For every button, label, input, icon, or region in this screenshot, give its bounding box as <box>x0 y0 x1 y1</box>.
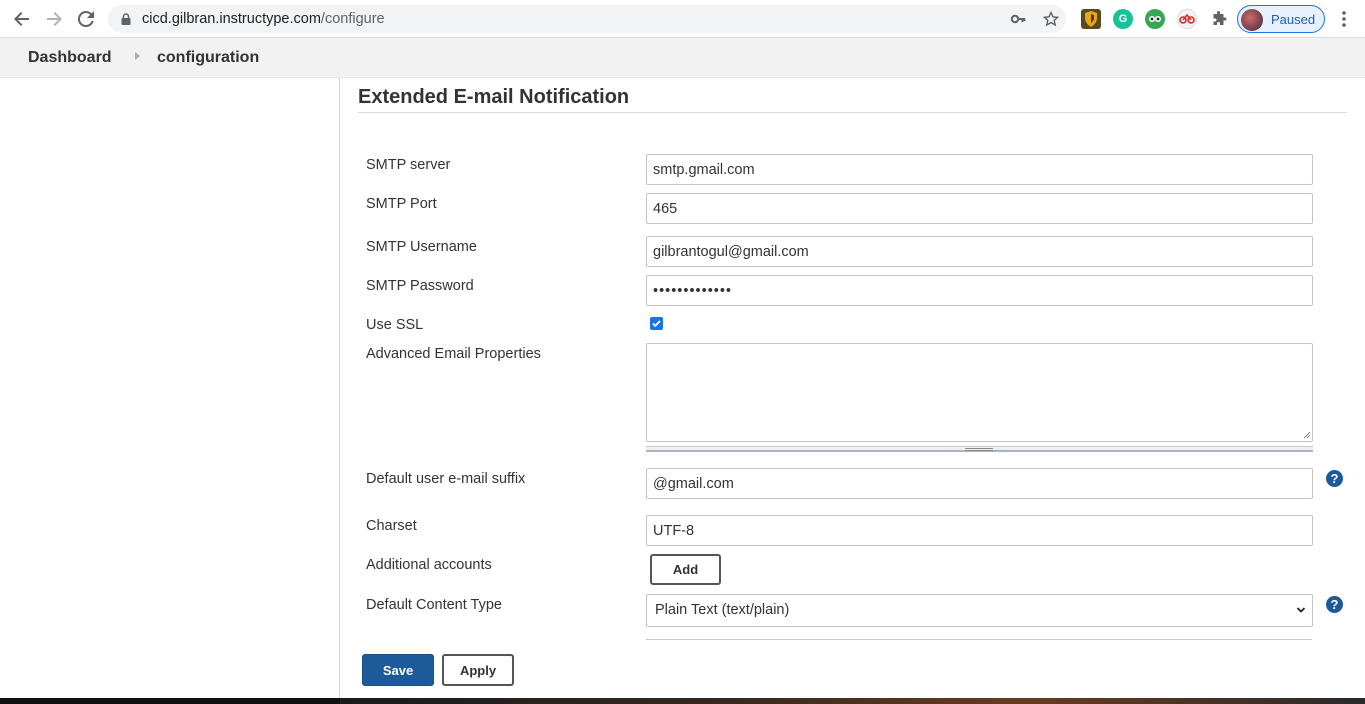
url-text: cicd.gilbran.instructype.com/configure <box>142 11 385 27</box>
star-icon[interactable] <box>1043 11 1059 27</box>
default-content-type-select[interactable]: Plain Text (text/plain) <box>646 594 1313 627</box>
breadcrumb: Dashboard configuration <box>0 38 1365 78</box>
smtp-port-label: SMTP Port <box>366 196 437 212</box>
help-icon[interactable]: ? <box>1326 596 1343 613</box>
advanced-email-properties-label: Advanced Email Properties <box>366 346 541 362</box>
checkmark-icon <box>652 320 661 328</box>
section-title: Extended E-mail Notification <box>358 86 630 108</box>
charset-input[interactable] <box>646 515 1313 546</box>
reload-icon[interactable] <box>76 9 96 29</box>
use-ssl-label: Use SSL <box>366 317 424 333</box>
chevron-down-icon <box>1296 607 1306 613</box>
form-divider <box>646 639 1312 640</box>
resize-grip-icon[interactable] <box>1302 430 1311 439</box>
additional-accounts-label: Additional accounts <box>366 557 492 573</box>
lock-icon <box>121 13 131 25</box>
save-button[interactable]: Save <box>362 654 434 686</box>
smtp-port-input[interactable] <box>646 193 1313 224</box>
desktop-background-strip <box>0 698 1365 704</box>
breadcrumb-configuration[interactable]: configuration <box>157 49 259 67</box>
default-content-type-label: Default Content Type <box>366 597 502 613</box>
key-icon[interactable] <box>1010 11 1026 27</box>
smtp-server-label: SMTP server <box>366 157 451 173</box>
smtp-password-label: SMTP Password <box>366 278 474 294</box>
add-account-button[interactable]: Add <box>650 554 721 585</box>
shield-extension-icon[interactable] <box>1081 9 1101 29</box>
smtp-server-input[interactable] <box>646 154 1313 185</box>
profile-status-label: Paused <box>1271 12 1316 27</box>
address-bar[interactable]: cicd.gilbran.instructype.com/configure <box>108 5 1066 33</box>
grammarly-icon[interactable]: G <box>1113 9 1133 29</box>
help-icon[interactable]: ? <box>1326 470 1343 487</box>
default-suffix-label: Default user e-mail suffix <box>366 471 526 487</box>
tripadvisor-icon[interactable] <box>1145 9 1165 29</box>
section-divider <box>358 112 1347 113</box>
advanced-email-properties-textarea[interactable] <box>646 343 1313 442</box>
use-ssl-checkbox[interactable] <box>650 317 663 330</box>
browser-toolbar: cicd.gilbran.instructype.com/configure G… <box>0 0 1365 38</box>
smtp-password-input[interactable] <box>646 275 1313 306</box>
textarea-expand-handle[interactable] <box>646 446 1313 452</box>
drag-handle-icon <box>965 448 993 451</box>
avatar <box>1241 9 1263 31</box>
smtp-username-input[interactable] <box>646 236 1313 267</box>
extensions-puzzle-icon[interactable] <box>1209 9 1229 29</box>
default-suffix-input[interactable] <box>646 468 1313 499</box>
charset-label: Charset <box>366 518 417 534</box>
forward-arrow-icon[interactable] <box>44 9 64 29</box>
more-menu-icon[interactable] <box>1334 9 1354 29</box>
selected-content-type: Plain Text (text/plain) <box>655 602 790 618</box>
breadcrumb-separator-icon <box>135 52 140 60</box>
profile-button[interactable]: Paused <box>1237 5 1325 33</box>
breadcrumb-dashboard[interactable]: Dashboard <box>28 49 112 67</box>
side-panel <box>0 78 340 704</box>
bike-extension-icon[interactable] <box>1177 9 1197 29</box>
apply-button[interactable]: Apply <box>442 654 514 686</box>
smtp-username-label: SMTP Username <box>366 239 477 255</box>
back-arrow-icon[interactable] <box>12 9 32 29</box>
